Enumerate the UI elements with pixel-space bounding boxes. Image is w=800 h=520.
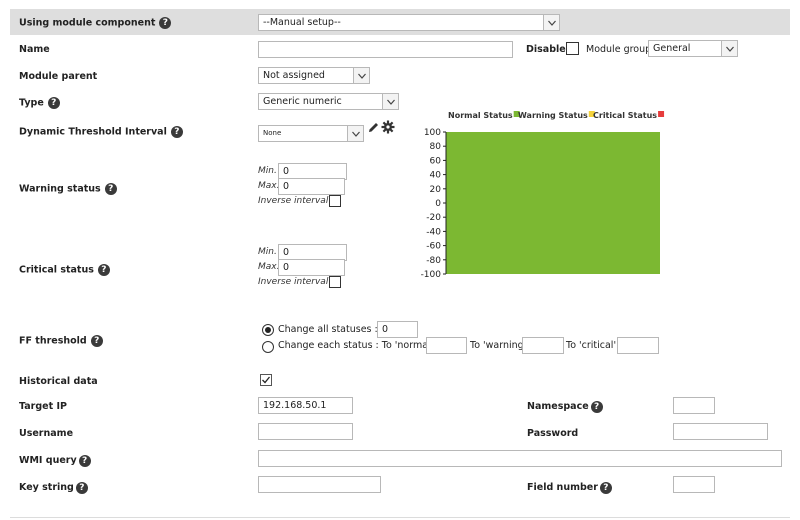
pencil-icon[interactable] [367,121,380,134]
to-warning-input[interactable] [522,337,564,354]
module-component-label: Using module component? [19,17,172,29]
name-label: Name [19,44,50,55]
to-critical-input[interactable] [617,337,659,354]
dynamic-threshold-label: Dynamic Threshold Interval? [19,126,183,138]
name-input[interactable] [258,41,513,58]
check-icon [262,376,271,384]
password-input[interactable] [673,423,768,440]
field-number-label: Field number? [527,482,612,494]
help-icon[interactable]: ? [159,17,172,29]
ff-threshold-label: FF threshold? [19,335,103,347]
target-ip-input[interactable]: 192.168.50.1 [258,397,353,414]
module-component-select[interactable]: --Manual setup-- [258,14,560,31]
status-chart: Normal Status Warning Status Critical Stat… [421,111,665,280]
warning-max-label: Max. [258,181,280,191]
type-label: Type? [19,97,60,109]
help-icon[interactable]: ? [75,482,88,494]
historical-data-checkbox[interactable] [260,374,272,386]
type-select[interactable]: Generic numeric [258,93,399,110]
target-ip-label: Target IP [19,401,67,412]
bottom-divider [10,517,790,518]
critical-max-input[interactable]: 0 [278,259,345,276]
module-group-label: Module group [586,44,652,55]
module-group-select[interactable]: General [648,40,738,57]
y-tick-label: 40 [430,171,442,181]
change-each-label: Change each status : To 'normal' [278,340,434,351]
change-all-input[interactable]: 0 [377,321,418,338]
change-all-radio[interactable] [262,324,274,336]
disabled-checkbox[interactable] [566,42,579,55]
change-each-radio[interactable] [262,341,274,353]
legend-label: Normal Status [448,111,513,120]
chevron-down-icon [721,41,737,56]
namespace-label: Namespace? [527,401,603,413]
y-tick-label: 60 [430,156,442,166]
y-tick-label: -60 [426,242,441,252]
chevron-down-icon [347,126,363,141]
help-icon[interactable]: ? [170,126,183,138]
y-tick-label: 100 [424,128,441,138]
help-icon[interactable]: ? [104,183,117,195]
chevron-down-icon [353,68,369,83]
warning-inverse-checkbox[interactable] [329,195,341,207]
warning-max-input[interactable]: 0 [278,178,345,195]
wmi-query-input[interactable] [258,450,782,467]
to-warning-label: To 'warning' [470,340,527,351]
username-label: Username [19,428,74,439]
warning-inverse-label: Inverse interval [258,196,329,206]
wmi-query-label: WMI query? [19,455,91,467]
y-tick-label: 0 [435,199,441,209]
y-tick-label: 20 [430,185,442,195]
chevron-down-icon [382,94,398,109]
to-critical-label: To 'critical' [566,340,617,351]
field-number-input[interactable] [673,476,715,493]
key-string-label: Key string? [19,482,88,494]
chevron-down-icon [543,15,559,30]
gear-icon[interactable] [381,120,395,134]
help-icon[interactable]: ? [97,264,110,276]
dynamic-threshold-select[interactable]: None [258,125,364,142]
critical-inverse-checkbox[interactable] [329,276,341,288]
module-parent-select[interactable]: Not assigned [258,67,370,84]
help-icon[interactable]: ? [599,482,612,494]
historical-data-label: Historical data [19,376,98,387]
help-icon[interactable]: ? [78,455,91,467]
y-tick-label: 80 [430,142,442,152]
help-icon[interactable]: ? [590,401,603,413]
warning-min-label: Min. [258,166,277,176]
help-icon[interactable]: ? [47,97,60,109]
y-tick-label: -20 [426,213,441,223]
to-normal-input[interactable] [426,337,467,354]
y-tick-label: -80 [426,256,441,266]
y-tick-label: -100 [421,270,442,280]
critical-min-label: Min. [258,247,277,257]
legend-label: Warning Status [518,111,588,120]
warning-status-label: Warning status? [19,183,117,195]
critical-inverse-label: Inverse interval [258,277,329,287]
legend-swatch [658,111,665,117]
legend-label: Critical Status [593,111,657,120]
module-parent-label: Module parent [19,71,98,82]
namespace-input[interactable] [673,397,715,414]
username-input[interactable] [258,423,353,440]
series-area-normal [446,132,660,274]
help-icon[interactable]: ? [90,335,103,347]
y-tick-label: -40 [426,227,441,237]
password-label: Password [527,428,579,439]
critical-max-label: Max. [258,262,280,272]
critical-status-label: Critical status? [19,264,110,276]
key-string-input[interactable] [258,476,381,493]
change-all-label: Change all statuses : [278,324,378,335]
